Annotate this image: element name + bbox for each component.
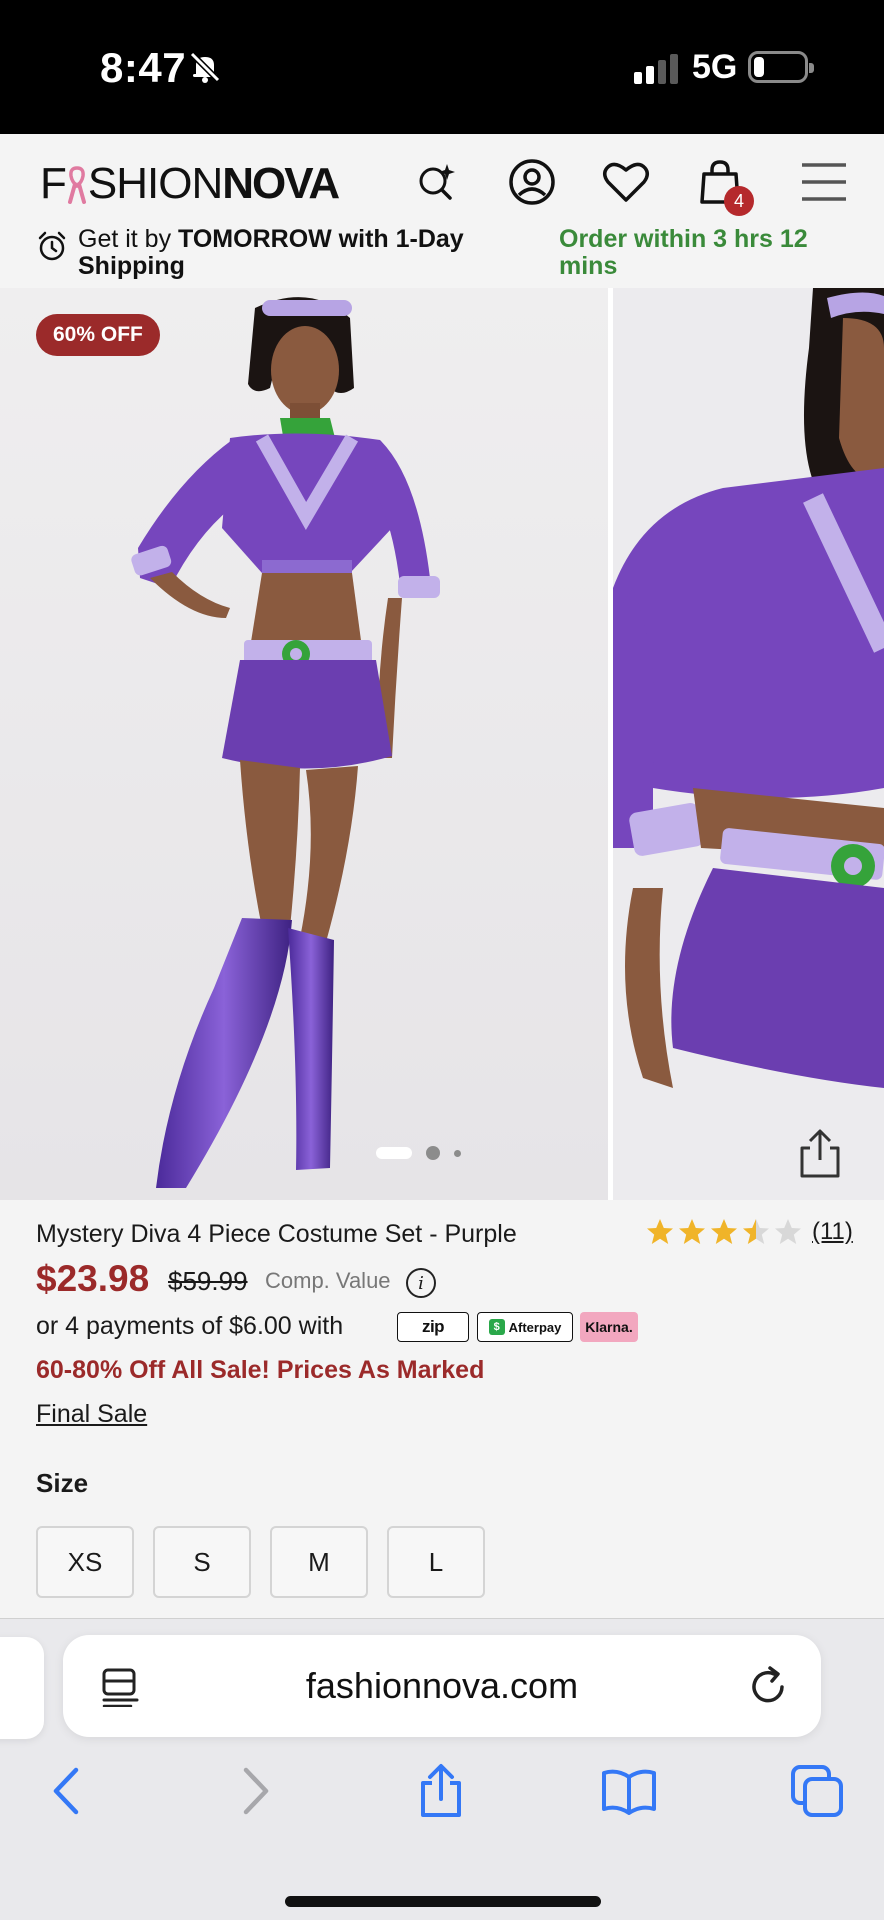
previous-tab-peek[interactable] [0,1637,44,1739]
afterpay-label: Afterpay [508,1319,562,1335]
tabs-icon[interactable] [785,1759,849,1823]
reload-icon[interactable] [748,1665,790,1707]
star-icon [743,1219,769,1244]
sale-banner-text: 60-80% Off All Sale! Prices As Marked [36,1356,485,1384]
carousel-dot-3[interactable] [454,1149,461,1157]
comp-value-label: Comp. Value [265,1268,391,1293]
installments-text: or 4 payments of $6.00 with [36,1312,344,1340]
afterpay-mark-icon: $ [488,1319,505,1335]
zip-logo[interactable]: zip [397,1312,469,1342]
product-image-1[interactable]: 60% OFF [0,288,608,1200]
alarm-clock-icon [38,231,66,261]
signal-icon [634,52,678,84]
bookmarks-icon[interactable] [597,1759,661,1823]
star-icon [711,1219,737,1244]
size-label: Size [36,1468,89,1498]
carousel-dots[interactable] [376,1146,461,1160]
share-icon[interactable] [409,1759,473,1823]
discount-badge: 60% OFF [36,314,160,356]
afterpay-logo[interactable]: $ Afterpay [477,1312,573,1342]
site-header: F SHION NOVA 4 [0,134,884,226]
carousel-dot-2[interactable] [426,1146,440,1160]
network-label: 5G [692,48,738,86]
heart-icon[interactable] [600,156,652,208]
forward-icon[interactable] [224,1759,288,1823]
home-indicator[interactable] [285,1896,601,1907]
menu-icon[interactable] [798,156,850,208]
status-time: 8:47 [100,44,187,91]
product-image-2[interactable] [613,288,884,1200]
size-button-xs[interactable]: XS [36,1526,134,1598]
original-price: $59.99 [168,1266,248,1296]
sale-price: $23.98 [36,1258,150,1299]
browser-bottom-bar: fashionnova.com [0,1618,884,1920]
final-sale-link[interactable]: Final Sale [36,1400,147,1429]
size-button-s[interactable]: S [153,1526,251,1598]
logo-bold-text: NOVA [222,159,340,208]
product-info: Mystery Diva 4 Piece Costume Set - Purpl… [0,1200,884,1618]
review-count-link[interactable]: (11) [812,1218,853,1246]
share-image-icon[interactable] [796,1128,844,1180]
battery-icon [748,51,814,83]
cart-count-badge: 4 [724,186,754,216]
star-icon [647,1219,673,1244]
delivery-estimate: Get it by TOMORROW with 1-Day Shipping [78,225,464,280]
address-bar[interactable]: fashionnova.com [63,1635,821,1737]
star-icon [679,1219,705,1244]
product-title: Mystery Diva 4 Piece Costume Set - Purpl… [36,1220,517,1248]
url-text[interactable]: fashionnova.com [63,1665,821,1707]
order-countdown: Order within 3 hrs 12 mins [559,225,808,280]
carousel-dot-1[interactable] [376,1147,412,1159]
account-icon[interactable] [506,156,558,208]
klarna-logo[interactable]: Klarna. [580,1312,638,1342]
fashion-nova-logo[interactable]: F SHION NOVA [40,159,340,208]
status-bar: 8:47 5G [0,0,884,134]
size-button-l[interactable]: L [387,1526,485,1598]
logo-light-text: SHION [87,159,223,208]
ai-search-icon[interactable] [410,156,462,208]
star-icon [775,1219,801,1244]
logo-prefix: F [40,159,67,208]
bell-slash-icon [189,51,221,83]
product-gallery[interactable]: 60% OFF [0,288,884,1200]
size-button-m[interactable]: M [270,1526,368,1598]
pink-ribbon-icon [67,166,86,204]
shipping-banner: Get it by TOMORROW with 1-Day Shipping O… [0,226,884,288]
info-icon[interactable]: i [406,1268,436,1298]
back-icon[interactable] [34,1759,98,1823]
rating-stars[interactable] [646,1218,802,1246]
